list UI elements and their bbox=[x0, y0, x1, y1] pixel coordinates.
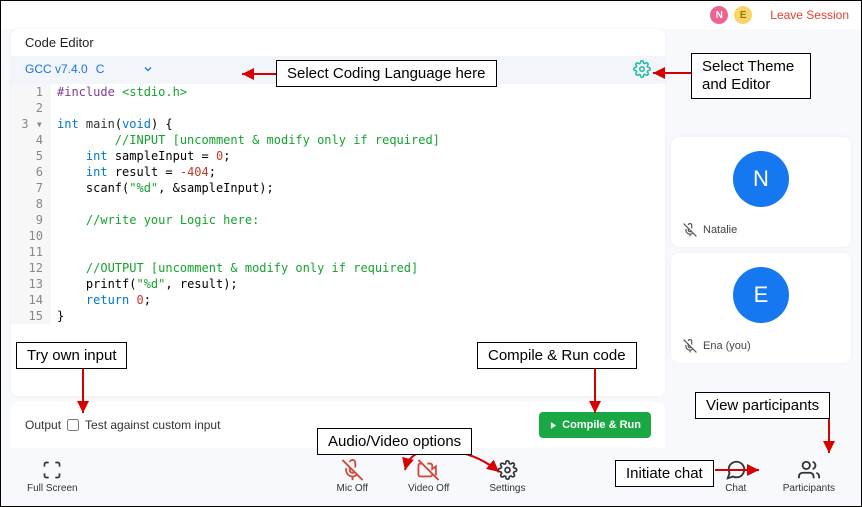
language-value: C bbox=[96, 62, 105, 76]
compiler-label: GCC v7.4.0 bbox=[25, 62, 88, 76]
output-label: Output bbox=[25, 418, 61, 432]
avatar: E bbox=[733, 267, 789, 323]
participants-button[interactable]: Participants bbox=[775, 459, 843, 494]
code-line[interactable]: 11 bbox=[11, 244, 665, 260]
custom-input-checkbox[interactable] bbox=[67, 419, 79, 431]
annotation-av: Audio/Video options bbox=[317, 428, 472, 455]
leave-session-link[interactable]: Leave Session bbox=[770, 8, 849, 22]
avatar-badge-n: N bbox=[710, 6, 728, 24]
avatar-badge-e: E bbox=[734, 6, 752, 24]
code-line[interactable]: 3 ▾int main(void) { bbox=[11, 116, 665, 132]
annotation-theme: Select Theme and Editor bbox=[691, 53, 811, 99]
code-line[interactable]: 12 //OUTPUT [uncomment & modify only if … bbox=[11, 260, 665, 276]
annotation-chat: Initiate chat bbox=[615, 460, 714, 487]
fullscreen-button[interactable]: Full Screen bbox=[19, 459, 86, 494]
participants-icon bbox=[798, 459, 820, 481]
language-select[interactable]: C bbox=[96, 62, 155, 76]
code-line[interactable]: 14 return 0; bbox=[11, 292, 665, 308]
annotation-participants: View participants bbox=[695, 392, 830, 419]
custom-input-label: Test against custom input bbox=[85, 418, 220, 432]
code-line[interactable]: 13 printf("%d", result); bbox=[11, 276, 665, 292]
editor-title: Code Editor bbox=[11, 29, 665, 56]
code-line[interactable]: 8 bbox=[11, 196, 665, 212]
participant-name: Ena (you) bbox=[703, 340, 751, 352]
participant-card-natalie: N Natalie bbox=[671, 137, 851, 247]
play-icon bbox=[549, 421, 558, 430]
annotation-compile: Compile & Run code bbox=[477, 342, 637, 369]
annotation-input: Try own input bbox=[16, 342, 127, 369]
mic-off-icon bbox=[683, 339, 697, 353]
bottom-bar: Full Screen Mic Off Video Off Settings bbox=[11, 452, 851, 500]
chevron-down-icon bbox=[142, 63, 154, 75]
code-line[interactable]: 9 //write your Logic here: bbox=[11, 212, 665, 228]
code-line[interactable]: 4 //INPUT [uncomment & modify only if re… bbox=[11, 132, 665, 148]
top-bar: N E Leave Session bbox=[1, 1, 861, 29]
code-line[interactable]: 2 bbox=[11, 100, 665, 116]
mic-off-icon bbox=[341, 459, 363, 481]
avatar: N bbox=[733, 151, 789, 207]
code-line[interactable]: 6 int result = -404; bbox=[11, 164, 665, 180]
code-line[interactable]: 7 scanf("%d", &sampleInput); bbox=[11, 180, 665, 196]
mic-button[interactable]: Mic Off bbox=[329, 459, 376, 494]
participant-card-ena: E Ena (you) bbox=[671, 253, 851, 363]
annotation-language: Select Coding Language here bbox=[276, 60, 497, 87]
code-line[interactable]: 5 int sampleInput = 0; bbox=[11, 148, 665, 164]
fullscreen-icon bbox=[41, 459, 63, 481]
participant-name: Natalie bbox=[703, 224, 737, 236]
code-line[interactable]: 10 bbox=[11, 228, 665, 244]
code-line[interactable]: 15} bbox=[11, 308, 665, 324]
mic-off-icon bbox=[683, 223, 697, 237]
